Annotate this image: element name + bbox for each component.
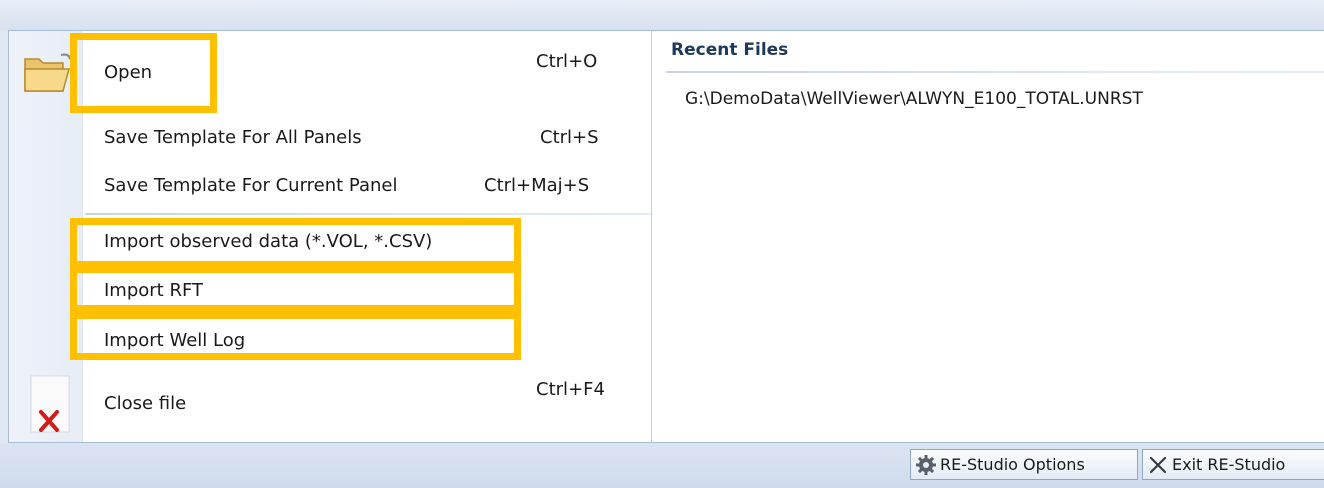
shortcut-label: Ctrl+O — [536, 51, 598, 72]
recent-files-separator — [666, 71, 1324, 73]
menu-item-import-well-log[interactable]: Import Well Log — [82, 323, 651, 357]
shortcut-label: Ctrl+S — [540, 127, 599, 148]
recent-files-pane: Recent Files G:\DemoData\WellViewer\ALWY… — [652, 31, 1324, 442]
menu-item-label: Import RFT — [104, 280, 203, 301]
menu-item-save-template-current-panel[interactable]: Save Template For Current Panel Ctrl+Maj… — [82, 169, 651, 205]
title-strip — [0, 0, 1324, 30]
menu-item-import-rft[interactable]: Import RFT — [82, 275, 651, 309]
menu-item-label: Save Template For All Panels — [104, 127, 362, 148]
close-file-icon — [27, 374, 77, 436]
menu-item-import-observed-data[interactable]: Import observed data (*.VOL, *.CSV) — [82, 227, 651, 261]
options-label: RE-Studio Options — [940, 455, 1085, 474]
menu-item-label: Import observed data (*.VOL, *.CSV) — [104, 231, 433, 252]
open-folder-icon — [19, 51, 75, 97]
exit-label: Exit RE-Studio — [1172, 455, 1286, 474]
exit-re-studio-button[interactable]: Exit RE-Studio — [1142, 449, 1324, 480]
menu-footer: RE-Studio Options Exit RE-Studio — [0, 443, 1324, 488]
gear-icon — [914, 453, 938, 477]
shortcut-label: Ctrl+F4 — [536, 379, 605, 400]
recent-file-item[interactable]: G:\DemoData\WellViewer\ALWYN_E100_TOTAL.… — [685, 89, 1143, 109]
menu-commands-pane: Open Ctrl+O Save Template For All Panels… — [9, 31, 651, 442]
file-menu: Open Ctrl+O Save Template For All Panels… — [8, 30, 1324, 443]
menu-item-save-template-all-panels[interactable]: Save Template For All Panels Ctrl+S — [82, 121, 651, 157]
menu-item-open[interactable]: Open Ctrl+O — [82, 34, 651, 112]
shortcut-label: Ctrl+Maj+S — [484, 175, 590, 196]
menu-item-label: Save Template For Current Panel — [104, 175, 398, 196]
recent-files-title: Recent Files — [671, 40, 789, 60]
menu-item-label: Close file — [104, 393, 187, 414]
menu-item-close-file[interactable]: Close file Ctrl+F4 — [82, 371, 651, 441]
menu-item-label: Import Well Log — [104, 330, 246, 351]
menu-item-label: Open — [104, 62, 153, 83]
re-studio-options-button[interactable]: RE-Studio Options — [910, 449, 1138, 480]
menu-separator — [85, 213, 651, 215]
close-icon — [1146, 453, 1170, 477]
